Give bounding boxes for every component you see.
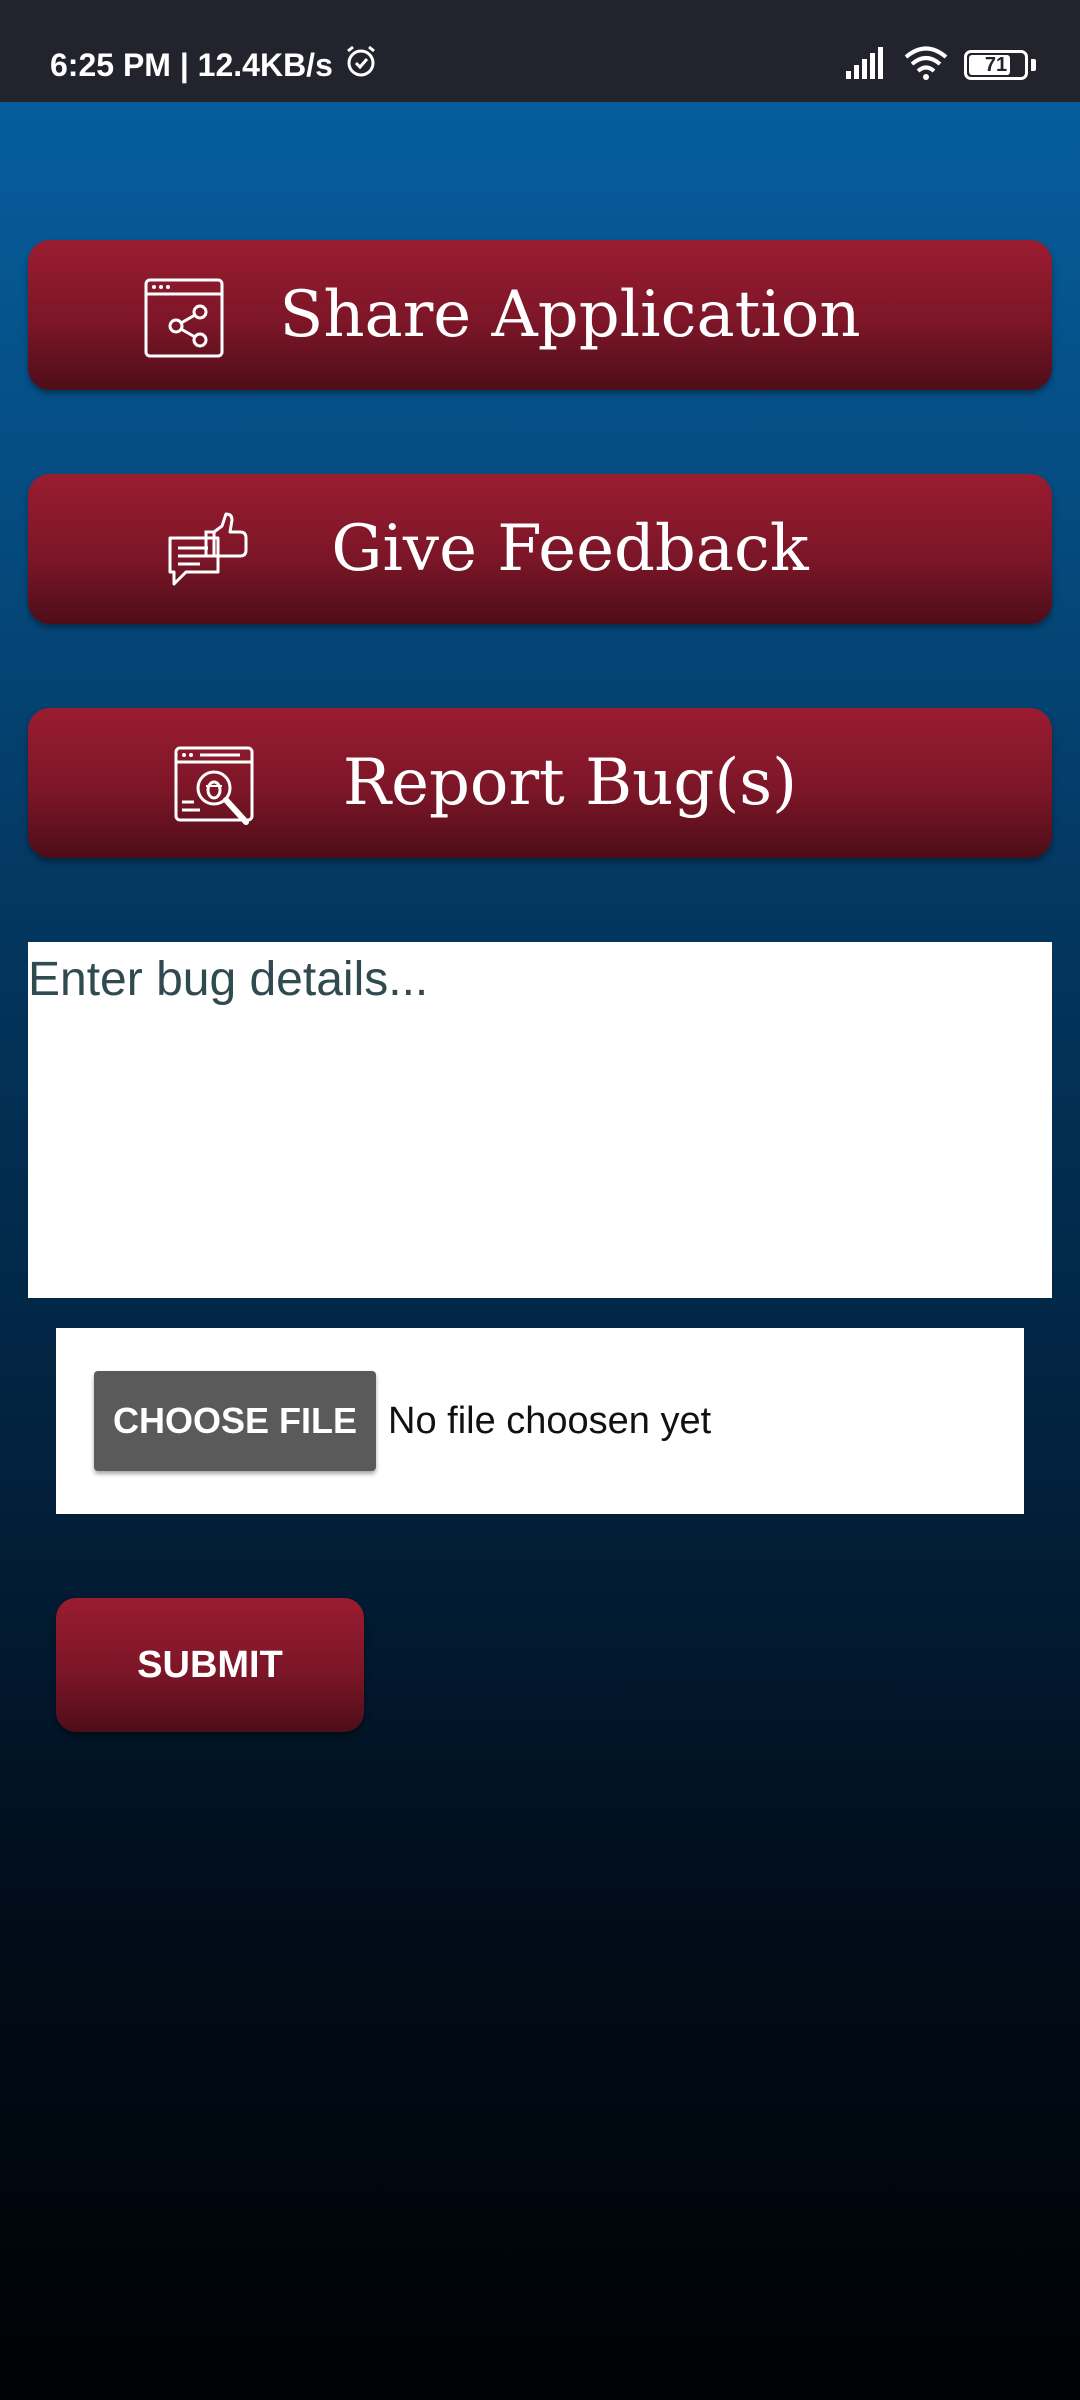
give-feedback-button[interactable]: Give Feedback: [28, 474, 1052, 624]
status-time-speed: 6:25 PM | 12.4KB/s: [50, 46, 333, 83]
signal-icon: [844, 47, 888, 83]
battery-level: 71: [984, 53, 1008, 76]
share-application-label: Share Application: [279, 278, 861, 352]
wifi-icon: [904, 46, 948, 84]
report-bugs-button[interactable]: Report Bug(s): [28, 708, 1052, 858]
choose-file-button[interactable]: CHOOSE FILE: [94, 1371, 376, 1471]
battery-icon: 71: [964, 50, 1028, 80]
report-bugs-label: Report Bug(s): [342, 746, 798, 820]
status-right: 71: [844, 44, 1036, 86]
alarm-icon: [343, 43, 379, 87]
file-status-text: No file choosen yet: [388, 1399, 712, 1442]
share-application-button[interactable]: Share Application: [28, 240, 1052, 390]
file-chooser: CHOOSE FILE No file choosen yet: [56, 1328, 1024, 1514]
status-left: 6:25 PM | 12.4KB/s: [50, 44, 379, 86]
submit-button[interactable]: SUBMIT: [56, 1598, 364, 1732]
battery-tip: [1031, 59, 1036, 71]
status-bar: 6:25 PM | 12.4KB/s 71: [0, 0, 1080, 102]
bug-details-input[interactable]: [28, 942, 1052, 1298]
give-feedback-label: Give Feedback: [331, 512, 809, 586]
